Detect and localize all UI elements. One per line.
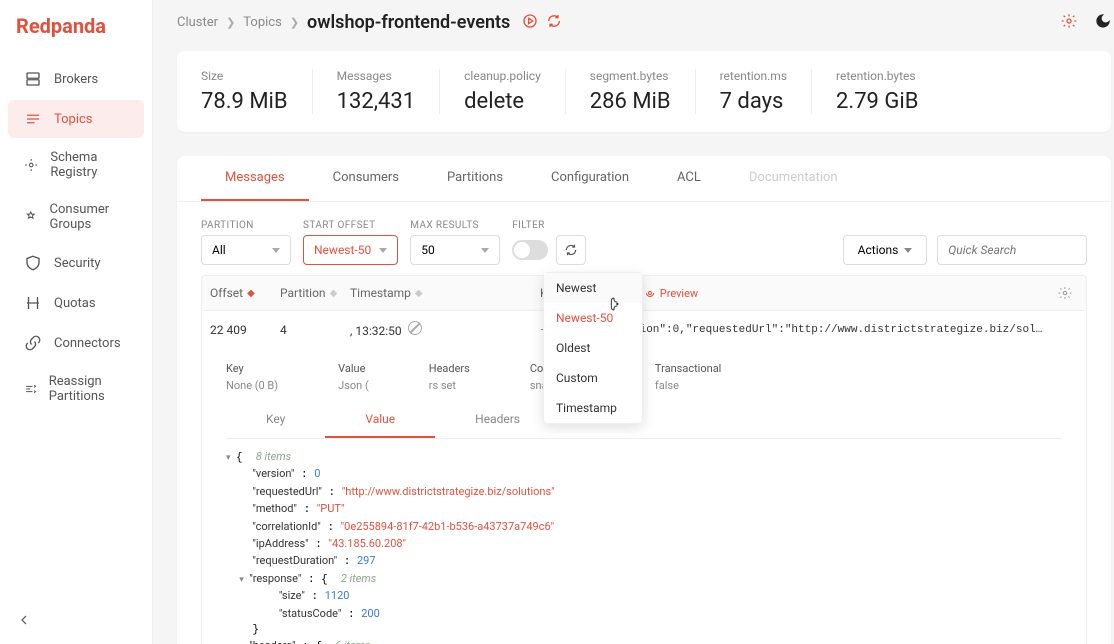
stat-segment: segment.bytes286 MiB — [566, 69, 696, 114]
tab-partitions[interactable]: Partitions — [423, 156, 527, 201]
stat-messages: Messages132,431 — [313, 69, 441, 114]
topbar-right — [1061, 13, 1111, 33]
sidebar-item-label: Connectors — [54, 336, 121, 351]
sidebar-item-security[interactable]: Security — [8, 244, 144, 282]
filter-partition: PARTITION All — [201, 220, 291, 265]
messages-card: Messages Consumers Partitions Configurat… — [177, 156, 1111, 644]
th-partition[interactable]: Partition◆ — [272, 276, 342, 310]
stat-retention-ms: retention.ms7 days — [696, 69, 812, 114]
chevron-right-icon: ❯ — [290, 16, 299, 29]
breadcrumb: Cluster ❯ Topics ❯ owlshop-frontend-even… — [177, 12, 510, 33]
stat-size: Size78.9 MiB — [201, 69, 313, 114]
sidebar: Redpanda Brokers Topics Schema Registry … — [0, 0, 153, 644]
sidebar-item-label: Brokers — [54, 72, 98, 87]
filter-bar: PARTITION All START OFFSET Newest-50 MAX… — [177, 202, 1111, 275]
detail-subtabs: Key Value Headers — [226, 402, 1062, 439]
refresh-icon[interactable] — [546, 13, 562, 33]
brand-logo: Redpanda — [0, 12, 152, 58]
stat-retention-bytes: retention.bytes2.79 GiB — [812, 69, 942, 114]
start-offset-select[interactable]: Newest-50 — [303, 235, 398, 265]
chevron-down-icon — [481, 248, 489, 253]
sidebar-item-reassign[interactable]: Reassign Partitions — [8, 364, 144, 414]
th-timestamp[interactable]: Timestamp◆ — [342, 276, 532, 310]
quick-search-input[interactable] — [937, 235, 1087, 265]
th-offset[interactable]: Offset◆ — [202, 276, 272, 310]
sidebar-item-label: Security — [54, 256, 101, 271]
refresh-button[interactable] — [556, 235, 586, 265]
settings-icon[interactable] — [1061, 13, 1077, 33]
row-detail-panel: KeyNone (0 B) ValueJson ( Headersrs set … — [201, 348, 1087, 644]
dd-item-oldest[interactable]: Oldest — [544, 333, 642, 363]
tab-documentation: Documentation — [725, 156, 862, 201]
tab-acl[interactable]: ACL — [653, 156, 725, 201]
stats-card: Size78.9 MiB Messages132,431 cleanup.pol… — [177, 51, 1111, 132]
th-value: Value Preview — [592, 276, 1050, 310]
messages-table: Offset◆ Partition◆ Timestamp◆ Key◆ Value… — [177, 275, 1111, 644]
tab-consumers[interactable]: Consumers — [309, 156, 423, 201]
json-viewer: ▾{ 8 items "version" : 0 "requestedUrl" … — [226, 439, 1062, 644]
filter-max-results: MAX RESULTS 50 — [410, 220, 500, 265]
actions-row: Actions — [843, 235, 1088, 265]
dark-mode-icon[interactable] — [1095, 13, 1111, 33]
cursor-icon — [608, 296, 624, 316]
sidebar-item-label: Consumer Groups — [50, 202, 128, 232]
sidebar-item-schema-registry[interactable]: Schema Registry — [8, 140, 144, 190]
sidebar-item-quotas[interactable]: Quotas — [8, 284, 144, 322]
sidebar-item-label: Topics — [54, 112, 93, 127]
th-settings[interactable] — [1050, 276, 1086, 310]
topic-actions — [522, 13, 562, 33]
dd-item-newest[interactable]: Newest — [544, 273, 642, 303]
partition-select[interactable]: All — [201, 235, 291, 265]
filter-start-offset: START OFFSET Newest-50 — [303, 220, 398, 265]
subtab-key[interactable]: Key — [226, 402, 325, 438]
tabs: Messages Consumers Partitions Configurat… — [177, 156, 1111, 202]
filter-toggle: FILTER — [512, 220, 586, 265]
sidebar-item-connectors[interactable]: Connectors — [8, 324, 144, 362]
null-icon — [408, 321, 422, 335]
chevron-right-icon: ❯ — [226, 16, 235, 29]
detail-meta: KeyNone (0 B) ValueJson ( Headersrs set … — [226, 362, 1062, 392]
tab-configuration[interactable]: Configuration — [527, 156, 653, 201]
sidebar-item-label: Reassign Partitions — [49, 374, 128, 404]
table-row[interactable]: 22 409 4 , 13:32:50 — {"version":0,"requ… — [201, 311, 1087, 348]
start-offset-dropdown: Newest Newest-50 Oldest Custom Timestamp — [543, 272, 643, 424]
nav: Brokers Topics Schema Registry Consumer … — [0, 58, 152, 600]
table-header: Offset◆ Partition◆ Timestamp◆ Key◆ Value… — [201, 275, 1087, 311]
chevron-down-icon — [379, 248, 387, 253]
actions-button[interactable]: Actions — [843, 235, 928, 265]
dd-item-newest-50[interactable]: Newest-50 — [544, 303, 642, 333]
breadcrumb-current: owlshop-frontend-events — [307, 12, 510, 33]
chevron-down-icon — [272, 248, 280, 253]
sidebar-item-consumer-groups[interactable]: Consumer Groups — [8, 192, 144, 242]
sidebar-item-label: Quotas — [54, 296, 96, 311]
sidebar-item-brokers[interactable]: Brokers — [8, 60, 144, 98]
collapse-sidebar-button[interactable] — [0, 600, 152, 644]
filter-toggle-switch[interactable] — [512, 240, 548, 260]
subtab-headers[interactable]: Headers — [435, 402, 560, 438]
play-icon[interactable] — [522, 13, 538, 33]
sidebar-item-label: Schema Registry — [50, 150, 128, 180]
stat-cleanup: cleanup.policydelete — [440, 69, 566, 114]
max-results-select[interactable]: 50 — [410, 235, 500, 265]
tab-messages[interactable]: Messages — [201, 156, 309, 201]
breadcrumb-root[interactable]: Cluster — [177, 15, 218, 30]
preview-button[interactable]: Preview — [644, 287, 698, 300]
subtab-value[interactable]: Value — [325, 402, 435, 438]
dd-item-timestamp[interactable]: Timestamp — [544, 393, 642, 423]
chevron-down-icon — [904, 248, 912, 253]
dd-item-custom[interactable]: Custom — [544, 363, 642, 393]
topbar: Cluster ❯ Topics ❯ owlshop-frontend-even… — [153, 0, 1114, 39]
breadcrumb-parent[interactable]: Topics — [243, 15, 282, 30]
svg-text:Redpanda: Redpanda — [16, 16, 106, 38]
sidebar-item-topics[interactable]: Topics — [8, 100, 144, 138]
